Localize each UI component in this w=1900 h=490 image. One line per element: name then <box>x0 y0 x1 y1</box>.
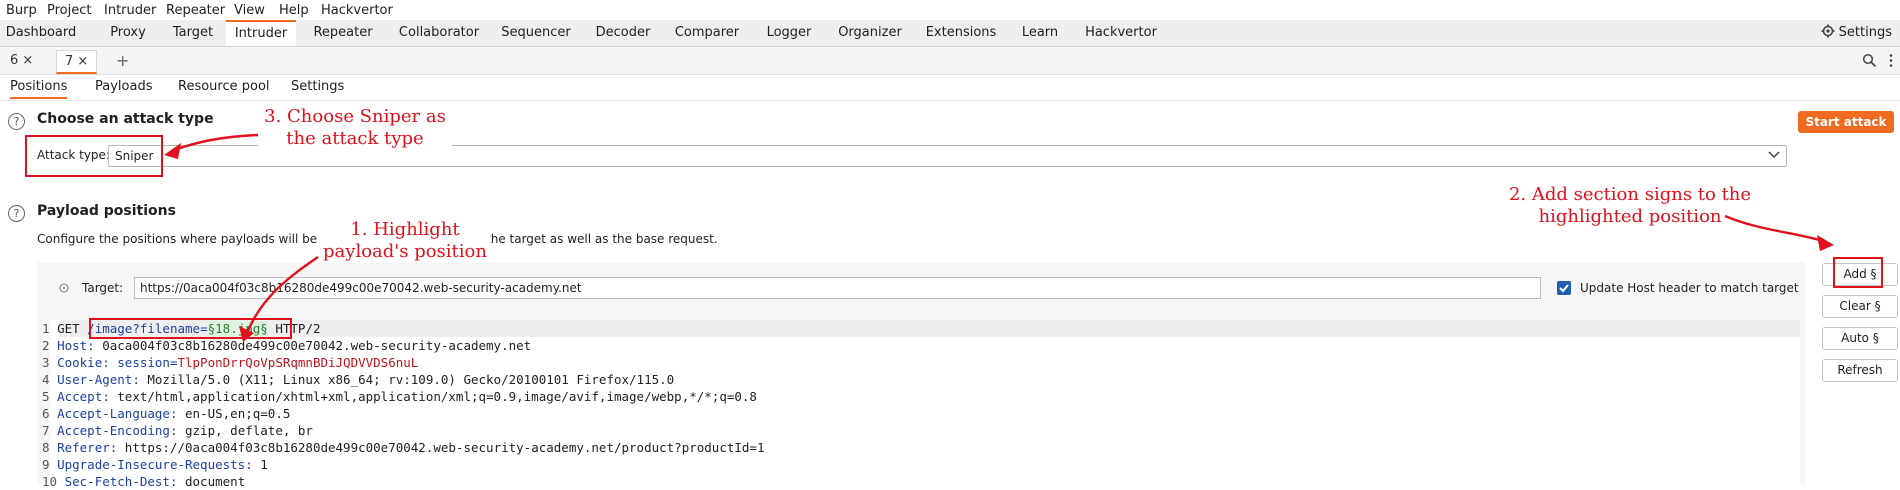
arrow-step2 <box>1724 214 1827 244</box>
arrowhead-step3 <box>164 143 181 159</box>
arrow-step3 <box>171 133 259 153</box>
annotation-arrows <box>164 133 1834 342</box>
arrow-step1 <box>244 256 319 337</box>
arrowhead-step2 <box>1817 235 1834 251</box>
arrowhead-step1 <box>239 326 254 342</box>
